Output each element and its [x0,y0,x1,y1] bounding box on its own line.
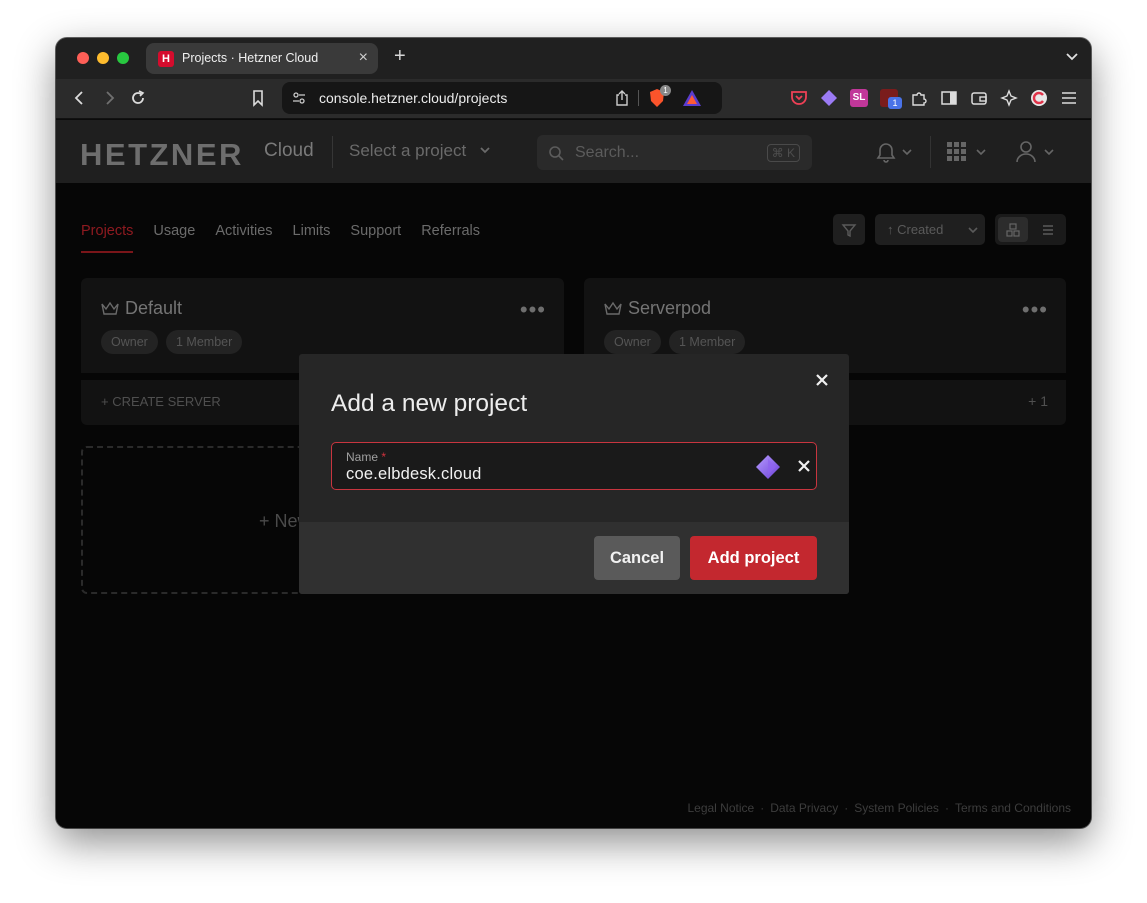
dialog-title: Add a new project [331,390,528,417]
app-header: HETZNER Cloud Select a project Search...… [56,120,1091,183]
tile-view-icon [1006,223,1020,237]
site-settings-icon[interactable] [291,90,307,106]
project-name: Default [125,298,183,318]
tab-bar: H Projects · Hetzner Cloud × + [56,38,1091,79]
brave-badge: 1 [660,85,671,96]
tab-projects[interactable]: Projects [81,223,134,253]
filter-button[interactable] [833,214,865,245]
members-badge: 1 Member [669,330,746,354]
back-arrow-icon[interactable] [70,88,90,108]
data-privacy-link[interactable]: Data Privacy [770,801,838,815]
footer-dot: · [760,801,765,815]
search-shortcut: ⌘ K [766,144,800,162]
sort-dropdown[interactable]: ↑ Created [875,214,985,245]
share-icon[interactable] [614,89,630,107]
field-label: Name * [346,450,386,464]
gem-extension-icon[interactable] [820,89,838,107]
chevron-down-icon [968,227,978,234]
minimize-window-button[interactable] [97,52,109,64]
url-divider [638,90,639,106]
pocket-icon[interactable] [790,89,808,107]
sl-extension-icon[interactable]: SL [850,89,868,107]
dialog-footer: Cancel Add project [299,522,849,594]
footer-dot: · [944,801,949,815]
add-project-dialog: Add a new project Name * coe.elbdesk.clo… [299,354,849,594]
puzzle-icon[interactable] [910,89,928,107]
wallet-icon[interactable] [970,89,988,107]
autofill-gem-icon[interactable] [755,454,781,480]
project-name-value[interactable]: coe.elbdesk.cloud [346,465,482,484]
terms-link[interactable]: Terms and Conditions [955,801,1071,815]
project-name: Serverpod [628,298,712,318]
apps-grid-icon[interactable] [946,140,990,164]
leo-ai-icon[interactable] [1000,89,1018,107]
profile-avatar-icon[interactable] [1030,89,1048,107]
more-resources-count[interactable]: + 1 [1028,393,1048,409]
members-badge: 1 Member [166,330,243,354]
chevron-down-icon[interactable] [1065,50,1079,64]
legal-notice-link[interactable]: Legal Notice [687,801,754,815]
header-separator [930,136,931,168]
chevron-down-icon [480,147,490,154]
footer-links: Legal Notice · Data Privacy · System Polic… [687,801,1071,815]
new-tab-icon[interactable]: + [394,46,406,66]
more-options-icon[interactable]: ••• [1022,297,1048,323]
crown-icon [604,301,622,315]
role-badge: Owner [101,330,158,354]
address-bar[interactable]: console.hetzner.cloud/projects 1 [282,82,722,114]
tab-limits[interactable]: Limits [293,223,331,253]
create-server-link[interactable]: + CREATE SERVER [101,394,221,409]
browser-toolbar: console.hetzner.cloud/projects 1 SL 1 [56,79,1091,119]
filter-icon [841,224,857,238]
clear-input-icon[interactable] [798,460,810,472]
search-placeholder: Search... [575,144,640,161]
section-tabs: Projects Usage Activities Limits Support… [81,223,480,253]
url-text: console.hetzner.cloud/projects [319,90,508,106]
sidebar-icon[interactable] [940,89,958,107]
tab-referrals[interactable]: Referrals [421,223,480,253]
menu-icon[interactable] [1060,89,1078,107]
close-icon[interactable] [815,373,829,387]
user-account-icon[interactable] [1016,140,1058,164]
required-mark: * [381,450,387,464]
list-view-icon[interactable] [1041,223,1055,237]
view-toggle [995,214,1066,245]
more-options-icon[interactable]: ••• [520,297,546,323]
tab-support[interactable]: Support [350,223,401,253]
search-input[interactable]: Search... ⌘ K [537,135,812,170]
logo-cloud-label: Cloud [264,140,314,161]
add-project-button[interactable]: Add project [690,536,817,580]
crown-icon [101,301,119,315]
tab-activities[interactable]: Activities [215,223,272,253]
browser-tab[interactable]: H Projects · Hetzner Cloud × [146,43,378,74]
extension-badge: 1 [888,97,902,109]
browser-window: H Projects · Hetzner Cloud × + console.h… [56,38,1091,828]
forward-arrow-icon[interactable] [99,88,119,108]
tab-title: Projects · Hetzner Cloud [182,51,319,65]
hetzner-favicon-icon: H [158,51,174,67]
field-label-text: Name [346,450,379,464]
brave-rewards-icon[interactable] [682,89,702,107]
role-badge: Owner [604,330,661,354]
project-select-dropdown[interactable]: Select a project [349,141,491,161]
footer-dot: · [844,801,849,815]
cancel-button[interactable]: Cancel [594,536,680,580]
grid-view-button[interactable] [998,217,1028,242]
header-divider [332,136,333,168]
reload-icon[interactable] [128,88,148,108]
project-select-label: Select a project [349,141,467,160]
bookmark-icon[interactable] [248,88,268,108]
bell-icon[interactable] [874,140,914,164]
system-policies-link[interactable]: System Policies [854,801,939,815]
tab-close-icon[interactable]: × [359,49,368,67]
sort-label: ↑ Created [887,222,944,237]
tab-usage[interactable]: Usage [153,223,195,253]
search-icon [549,146,564,161]
close-window-button[interactable] [77,52,89,64]
hetzner-logo[interactable]: HETZNER [80,137,244,173]
zoom-window-button[interactable] [117,52,129,64]
project-name-field[interactable]: Name * coe.elbdesk.cloud [331,442,817,490]
